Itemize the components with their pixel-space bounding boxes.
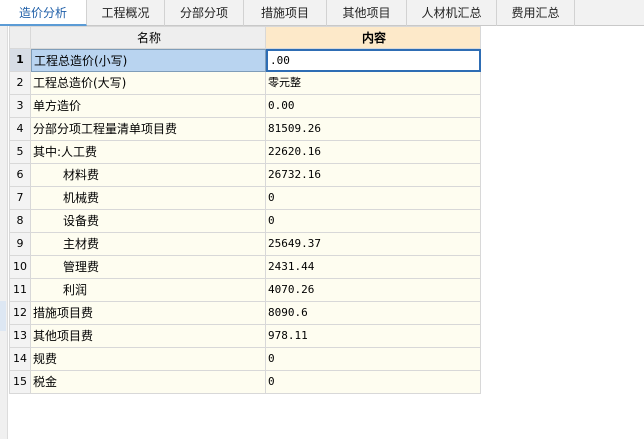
item-value-cell[interactable]: 26732.16 [266, 164, 481, 187]
table-row[interactable]: 14 规费 0 [9, 348, 481, 371]
item-value-cell[interactable]: 22620.16 [266, 141, 481, 164]
row-number[interactable]: 2 [9, 72, 31, 95]
cost-analysis-grid: 名称 内容 1 工程总造价(小写) .00 2 工程总造价(大写) 零元整 3 单方造价 0.0… [9, 26, 481, 394]
item-name-cell[interactable]: 分部分项工程量清单项目费 [31, 118, 266, 141]
row-number[interactable]: 11 [9, 279, 31, 302]
table-row[interactable]: 5 其中:人工费 22620.16 [9, 141, 481, 164]
item-value-cell[interactable]: 2431.44 [266, 256, 481, 279]
tab-sub-items[interactable]: 分部分项 [165, 0, 244, 26]
item-value-cell[interactable]: 0 [266, 348, 481, 371]
row-number[interactable]: 9 [9, 233, 31, 256]
item-value-cell[interactable]: 0 [266, 371, 481, 394]
row-number[interactable]: 14 [9, 348, 31, 371]
table-row[interactable]: 8 设备费 0 [9, 210, 481, 233]
table-row[interactable]: 7 机械费 0 [9, 187, 481, 210]
item-value-cell[interactable]: 8090.6 [266, 302, 481, 325]
column-header-value[interactable]: 内容 [266, 26, 481, 49]
item-name-cell[interactable]: 措施项目费 [31, 302, 266, 325]
item-name-cell[interactable]: 税金 [31, 371, 266, 394]
item-name-cell[interactable]: 机械费 [31, 187, 266, 210]
table-row[interactable]: 4 分部分项工程量清单项目费 81509.26 [9, 118, 481, 141]
table-row[interactable]: 3 单方造价 0.00 [9, 95, 481, 118]
tab-cost-analysis[interactable]: 造价分析 [0, 0, 87, 26]
row-number[interactable]: 13 [9, 325, 31, 348]
item-value-cell[interactable]: 0 [266, 210, 481, 233]
table-row[interactable]: 6 材料费 26732.16 [9, 164, 481, 187]
item-value-cell[interactable]: 25649.37 [266, 233, 481, 256]
left-panel-strip [0, 26, 8, 439]
table-row[interactable]: 12 措施项目费 8090.6 [9, 302, 481, 325]
header-corner[interactable] [9, 26, 31, 49]
table-row[interactable]: 1 工程总造价(小写) .00 [9, 49, 481, 72]
table-row[interactable]: 2 工程总造价(大写) 零元整 [9, 72, 481, 95]
table-row[interactable]: 15 税金 0 [9, 371, 481, 394]
table-row[interactable]: 11 利润 4070.26 [9, 279, 481, 302]
row-number[interactable]: 3 [9, 95, 31, 118]
item-value-cell[interactable]: 81509.26 [266, 118, 481, 141]
item-name-cell[interactable]: 设备费 [31, 210, 266, 233]
item-name-cell[interactable]: 规费 [31, 348, 266, 371]
row-number[interactable]: 1 [9, 49, 31, 72]
table-row[interactable]: 9 主材费 25649.37 [9, 233, 481, 256]
row-number[interactable]: 5 [9, 141, 31, 164]
table-body: 1 工程总造价(小写) .00 2 工程总造价(大写) 零元整 3 单方造价 0.00 4 分部分项… [9, 49, 481, 394]
item-value-cell[interactable]: 0.00 [266, 95, 481, 118]
table-row[interactable]: 10 管理费 2431.44 [9, 256, 481, 279]
item-name-cell[interactable]: 工程总造价(大写) [31, 72, 266, 95]
tab-bar: 造价分析 工程概况 分部分项 措施项目 其他项目 人材机汇总 费用汇总 [0, 0, 644, 26]
row-number[interactable]: 15 [9, 371, 31, 394]
item-name-cell[interactable]: 材料费 [31, 164, 266, 187]
item-value-cell[interactable]: 4070.26 [266, 279, 481, 302]
left-strip-marker [0, 301, 6, 331]
tab-project-overview[interactable]: 工程概况 [87, 0, 165, 26]
column-header-name[interactable]: 名称 [31, 26, 266, 49]
row-number[interactable]: 10 [9, 256, 31, 279]
item-value-cell[interactable]: 978.11 [266, 325, 481, 348]
row-number[interactable]: 4 [9, 118, 31, 141]
item-name-cell[interactable]: 管理费 [31, 256, 266, 279]
item-name-cell[interactable]: 主材费 [31, 233, 266, 256]
table-row[interactable]: 13 其他项目费 978.11 [9, 325, 481, 348]
table-header-row: 名称 内容 [9, 26, 481, 49]
row-number[interactable]: 6 [9, 164, 31, 187]
item-name-cell[interactable]: 其中:人工费 [31, 141, 266, 164]
row-number[interactable]: 7 [9, 187, 31, 210]
item-value-cell[interactable]: 0 [266, 187, 481, 210]
tab-labor-material-summary[interactable]: 人材机汇总 [407, 0, 497, 26]
item-value-cell[interactable]: 零元整 [266, 72, 481, 95]
item-name-cell[interactable]: 其他项目费 [31, 325, 266, 348]
tab-measures[interactable]: 措施项目 [244, 0, 327, 26]
item-value-cell[interactable]: .00 [266, 49, 481, 72]
tab-fee-summary[interactable]: 费用汇总 [497, 0, 575, 26]
tab-other-items[interactable]: 其他项目 [327, 0, 407, 26]
row-number[interactable]: 8 [9, 210, 31, 233]
item-name-cell[interactable]: 工程总造价(小写) [31, 49, 266, 72]
item-name-cell[interactable]: 单方造价 [31, 95, 266, 118]
row-number[interactable]: 12 [9, 302, 31, 325]
item-name-cell[interactable]: 利润 [31, 279, 266, 302]
